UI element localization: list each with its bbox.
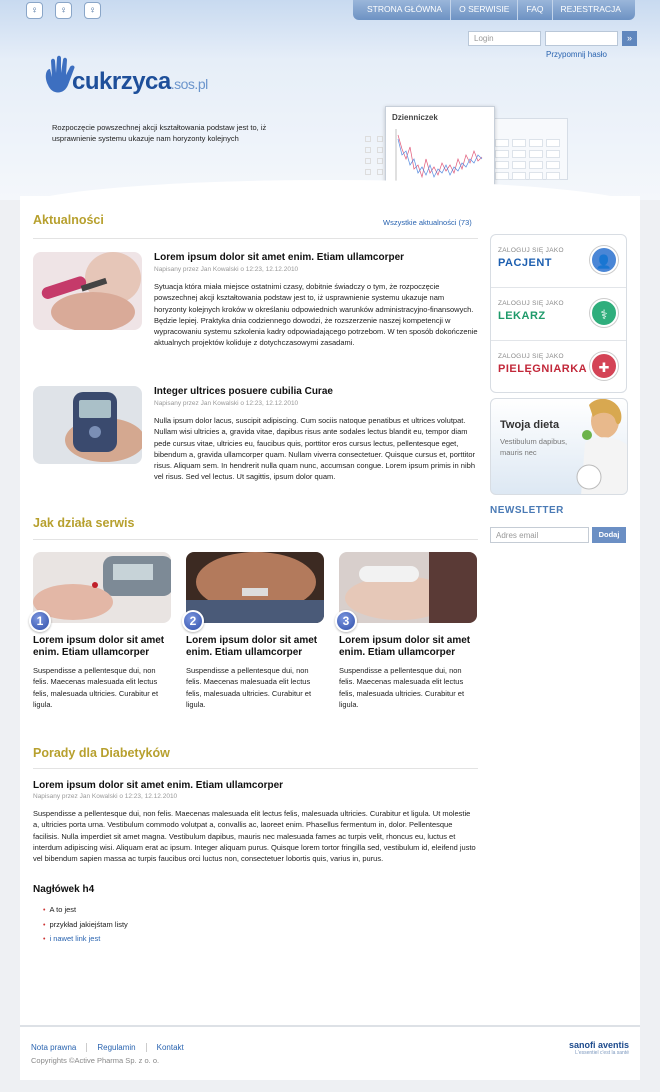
font-size-large-icon[interactable]: ♀: [84, 2, 101, 19]
news-text: Nulla ipsum dolor lacus, suscipit adipis…: [154, 416, 475, 482]
how-step-text: Suspendisse a pellentesque dui, non feli…: [186, 666, 312, 709]
diary-title: Dzienniczek: [392, 113, 438, 122]
nav-register[interactable]: REJESTRACJA: [551, 0, 629, 20]
newsletter-submit-button[interactable]: Dodaj: [592, 527, 626, 543]
list-item: A to jest: [43, 903, 128, 918]
site-logo[interactable]: cukrzyca.sos.pl: [42, 55, 208, 99]
main-content: Aktualności Wszystkie aktualności (73) L…: [20, 196, 640, 1030]
login-submit-button[interactable]: »: [622, 31, 637, 46]
login-form: Login »: [468, 31, 637, 46]
list-item-link[interactable]: i nawet link jest: [43, 932, 128, 947]
news-heading: Aktualności: [33, 213, 104, 227]
font-size-medium-icon[interactable]: ♀: [55, 2, 72, 19]
news-meta: Napisany przez Jan Kowalski o 12:23, 12.…: [154, 400, 299, 407]
role-name: LEKARZ: [498, 310, 546, 322]
role-caption: ZALOGUJ SIĘ JAKO: [498, 247, 564, 254]
step-number-badge: 3: [335, 610, 357, 632]
sponsor-tagline: L'essentiel c'est la santé: [575, 1050, 629, 1056]
role-name: PACJENT: [498, 257, 553, 269]
newsletter-email-input[interactable]: Adres email: [490, 527, 589, 543]
how-step-title[interactable]: Lorem ipsum dolor sit amet enim. Etiam u…: [339, 635, 477, 659]
news-image-glucose-test[interactable]: [33, 252, 142, 330]
header: ♀ ♀ ♀ STRONA GŁÓWNA O SERWISIE FAQ REJES…: [0, 0, 660, 200]
accessibility-tools: ♀ ♀ ♀: [26, 2, 101, 19]
divider: [33, 238, 478, 239]
how-step-image[interactable]: 3: [335, 552, 477, 632]
divider: [33, 768, 478, 769]
diet-promo[interactable]: Twoja dieta Vestibulum dapibus, mauris n…: [490, 398, 628, 495]
step-number-badge: 2: [182, 610, 204, 632]
how-step-text: Suspendisse a pellentesque dui, non feli…: [339, 666, 465, 709]
article-text: Suspendisse a pellentesque dui, non feli…: [33, 809, 476, 864]
how-step: 2 Lorem ipsum dolor sit amet enim. Etiam…: [182, 552, 324, 710]
nurse-icon: ✚: [590, 352, 618, 380]
login-roles-box: ZALOGUJ SIĘ JAKO PACJENT 👤 ZALOGUJ SIĘ J…: [490, 234, 627, 393]
logo-text: cukrzyca.sos.pl: [72, 68, 208, 95]
login-as-doctor[interactable]: ZALOGUJ SIĘ JAKO LEKARZ ⚕: [491, 287, 626, 340]
login-input[interactable]: Login: [468, 31, 541, 46]
login-as-nurse[interactable]: ZALOGUJ SIĘ JAKO PIELĘGNIARKA ✚: [491, 340, 626, 393]
font-size-small-icon[interactable]: ♀: [26, 2, 43, 19]
stethoscope-icon: ⚕: [590, 299, 618, 327]
woman-with-apple-image: [576, 399, 627, 494]
sponsor-logo[interactable]: sanofi aventis L'essentiel c'est la sant…: [569, 1040, 629, 1056]
diet-title: Twoja dieta: [500, 419, 560, 431]
news-text: Sytuacja która miała miejsce ostatnimi c…: [154, 282, 478, 348]
intro-text: Rozpoczęcie powszechnej akcji kształtowa…: [52, 123, 267, 143]
how-step-image[interactable]: 1: [29, 552, 171, 632]
login-as-patient[interactable]: ZALOGUJ SIĘ JAKO PACJENT 👤: [491, 235, 626, 288]
how-step: 1 Lorem ipsum dolor sit amet enim. Etiam…: [29, 552, 171, 710]
footer: Nota prawna Regulamin Kontakt Copyrights…: [20, 1025, 640, 1080]
sponsor-name: sanofi aventis: [568, 1040, 629, 1050]
calculator-graphic: [488, 118, 568, 180]
how-step-image[interactable]: 2: [182, 552, 324, 632]
diet-text: Vestibulum dapibus, mauris nec: [500, 437, 568, 457]
nav-home[interactable]: STRONA GŁÓWNA: [353, 0, 450, 20]
role-name: PIELĘGNIARKA: [498, 363, 588, 375]
role-caption: ZALOGUJ SIĘ JAKO: [498, 300, 564, 307]
article-title[interactable]: Lorem ipsum dolor sit amet enim. Etiam u…: [33, 780, 283, 791]
news-title[interactable]: Lorem ipsum dolor sit amet enim. Etiam u…: [154, 252, 478, 263]
news-item: Integer ultrices posuere cubilia Curae N…: [33, 386, 478, 506]
article-subheading: Nagłówek h4: [33, 884, 95, 895]
role-caption: ZALOGUJ SIĘ JAKO: [498, 353, 564, 360]
remind-password-link[interactable]: Przypomnij hasło: [546, 50, 607, 59]
password-input[interactable]: [545, 31, 618, 46]
article-meta: Napisany przez Jan Kowalski o 12:23, 12.…: [33, 793, 178, 800]
all-news-link[interactable]: Wszystkie aktualności (73): [383, 218, 472, 227]
nav-about[interactable]: O SERWISIE: [450, 0, 517, 20]
how-step: 3 Lorem ipsum dolor sit amet enim. Etiam…: [335, 552, 477, 710]
news-image-glucometer[interactable]: [33, 386, 142, 464]
divider: [33, 539, 478, 540]
news-item: Lorem ipsum dolor sit amet enim. Etiam u…: [33, 252, 478, 372]
newsletter-heading: NEWSLETTER: [490, 505, 564, 516]
news-meta: Napisany przez Jan Kowalski o 12:23, 12.…: [154, 266, 299, 273]
list-item: przykład jakiejśtam listy: [43, 918, 127, 933]
footer-links: Nota prawna Regulamin Kontakt: [31, 1043, 194, 1052]
how-step-title[interactable]: Lorem ipsum dolor sit amet enim. Etiam u…: [186, 635, 324, 659]
patient-icon: 👤: [590, 246, 618, 274]
how-step-text: Suspendisse a pellentesque dui, non feli…: [33, 666, 159, 709]
terms-link[interactable]: Regulamin: [86, 1043, 145, 1052]
top-navigation: STRONA GŁÓWNA O SERWISIE FAQ REJESTRACJA: [353, 0, 635, 20]
contact-link[interactable]: Kontakt: [145, 1043, 194, 1052]
legal-note-link[interactable]: Nota prawna: [31, 1043, 86, 1052]
step-number-badge: 1: [29, 610, 51, 632]
how-heading: Jak działa serwis: [33, 516, 135, 530]
article-list: A to jest przykład jakiejśtam listy i na…: [43, 903, 128, 947]
news-title[interactable]: Integer ultrices posuere cubilia Curae: [154, 386, 478, 397]
copyright: Copyrights ©Active Pharma Sp. z o. o.: [31, 1056, 160, 1065]
how-step-title[interactable]: Lorem ipsum dolor sit amet enim. Etiam u…: [33, 635, 171, 659]
tips-heading: Porady dla Diabetyków: [33, 746, 170, 760]
nav-faq[interactable]: FAQ: [517, 0, 551, 20]
